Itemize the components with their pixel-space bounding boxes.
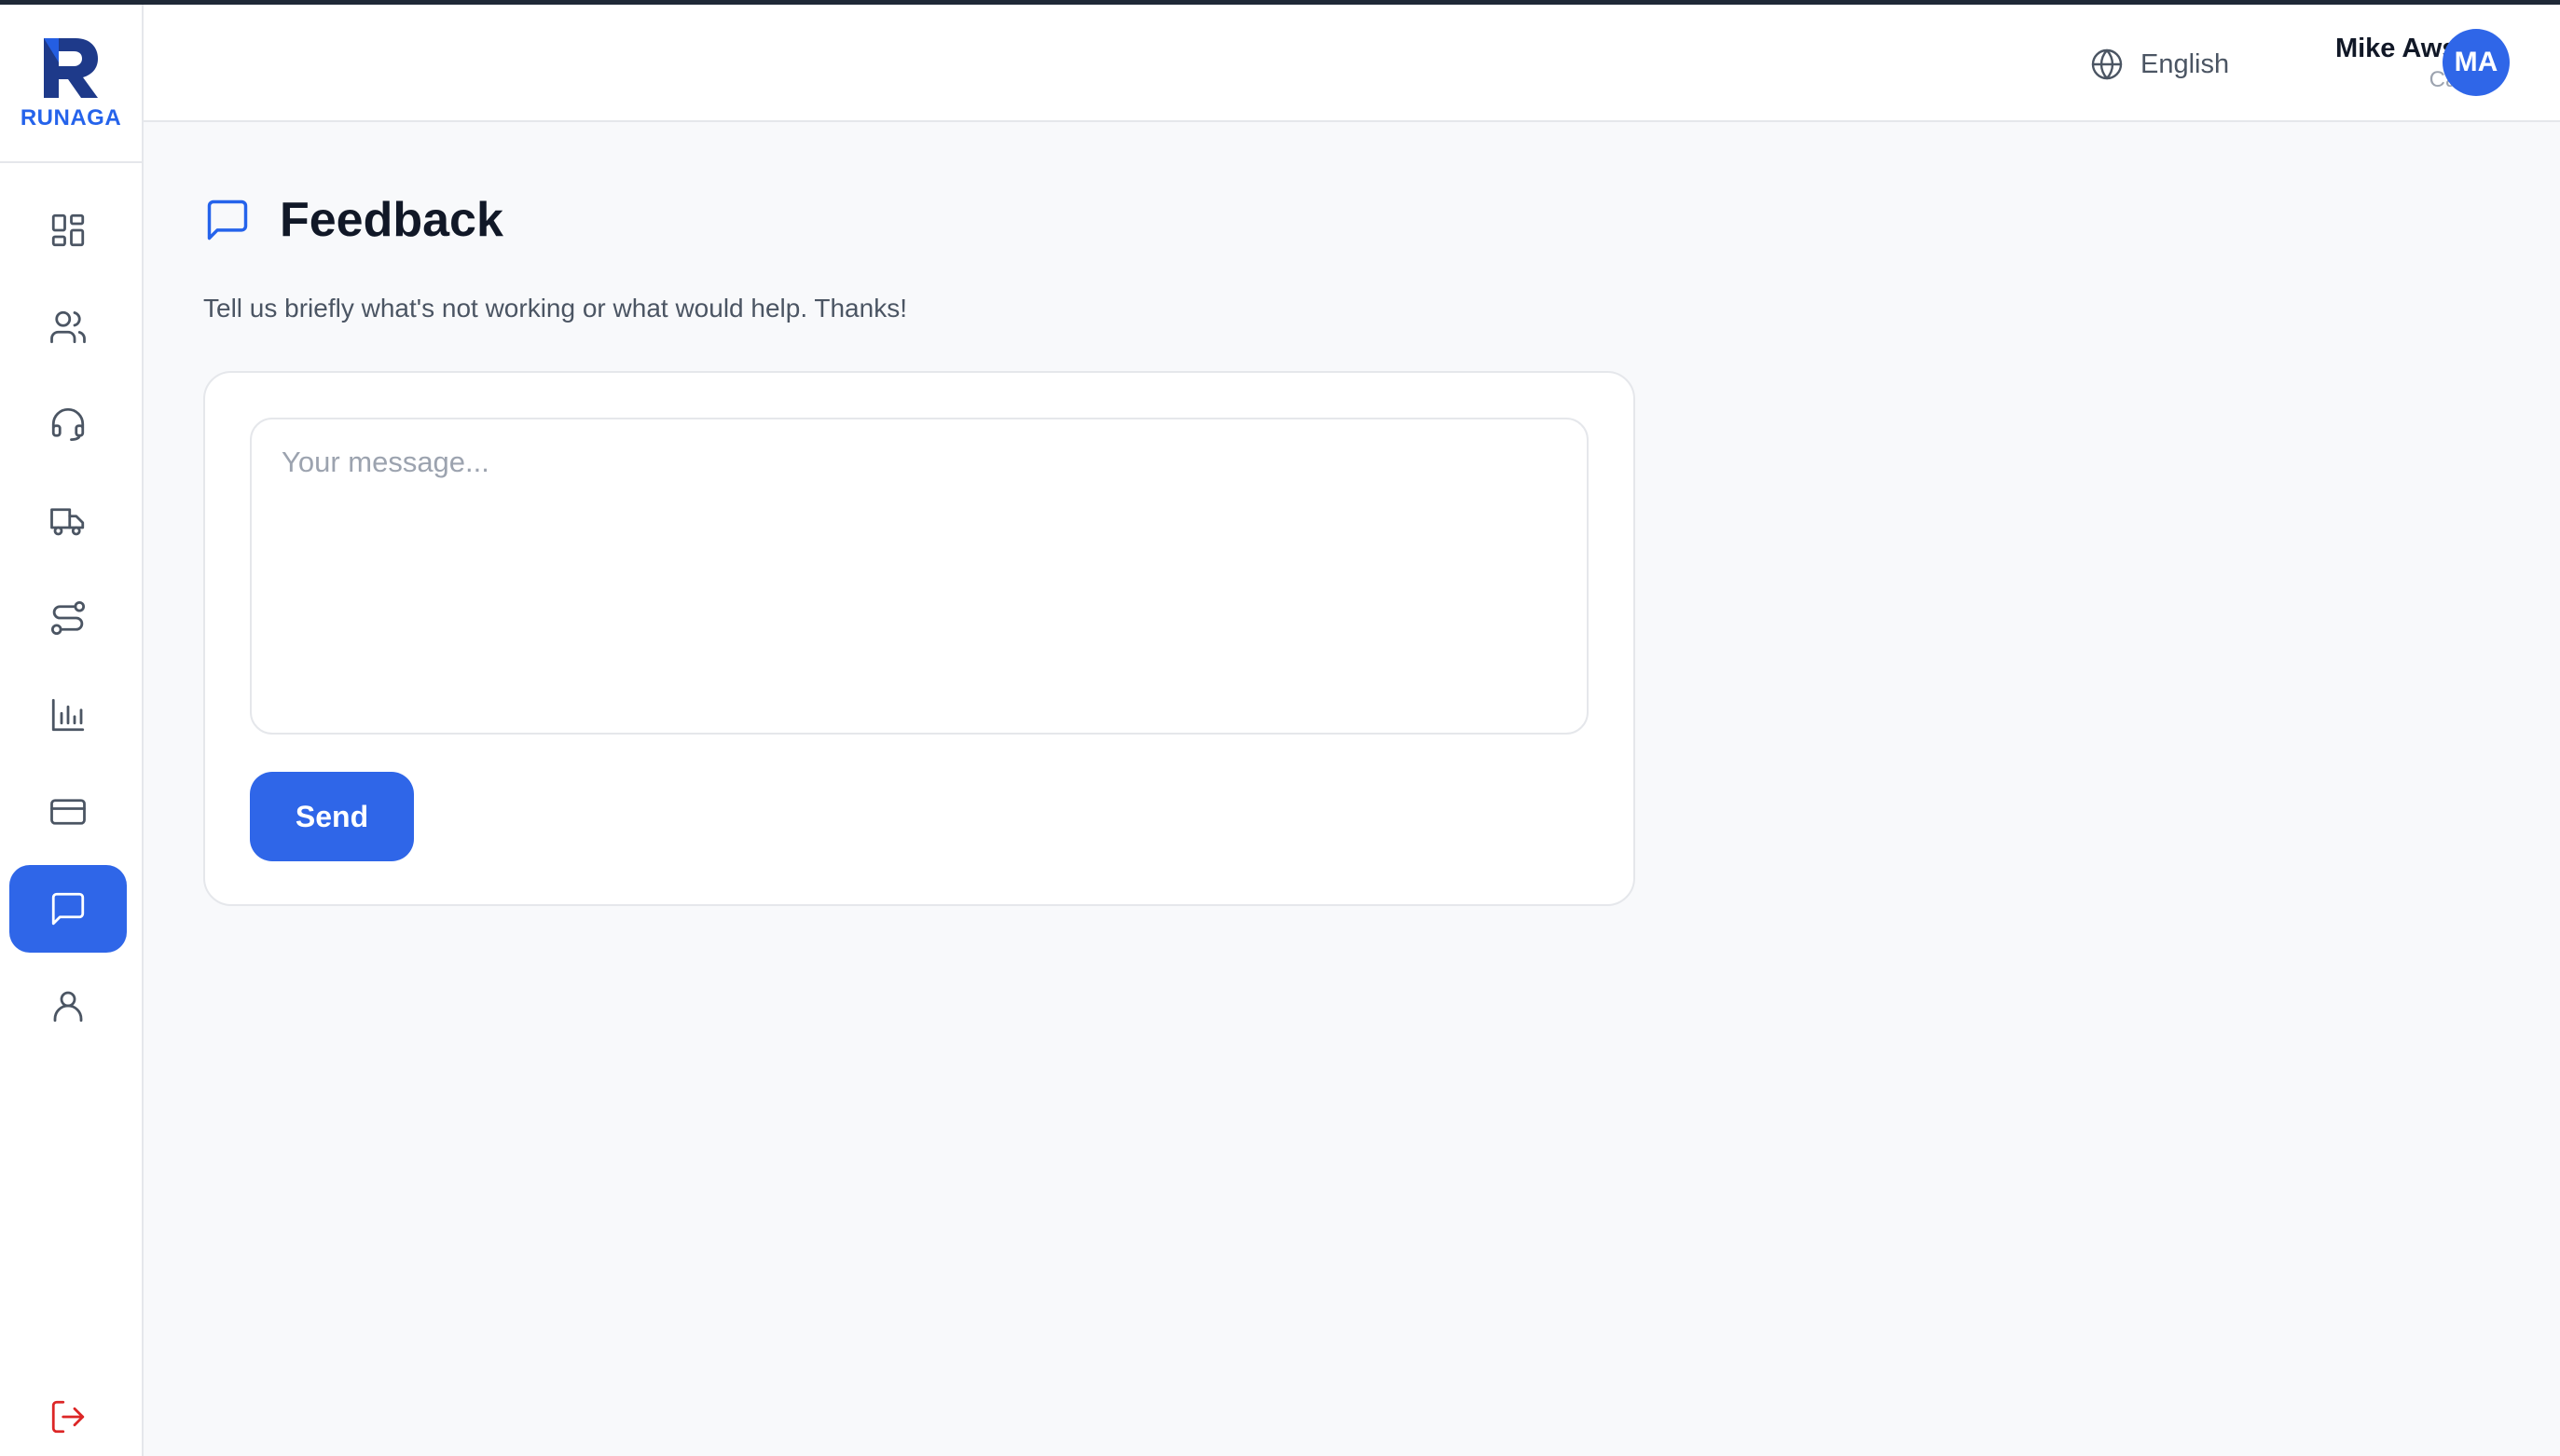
send-button[interactable]: Send bbox=[250, 772, 414, 861]
logout-button[interactable] bbox=[9, 1384, 127, 1449]
app-root: RUNAGA English Mike Awsom MA Feedback Te… bbox=[0, 5, 2560, 1456]
credit-card-icon bbox=[50, 799, 86, 825]
language-label: English bbox=[2140, 48, 2230, 79]
runaga-logo-icon bbox=[44, 38, 98, 98]
sidebar-item-users[interactable] bbox=[9, 283, 127, 371]
page-subtitle: Tell us briefly what's not working or wh… bbox=[203, 294, 907, 323]
headset-icon bbox=[51, 407, 85, 442]
page-header: Feedback bbox=[203, 189, 503, 251]
language-selector[interactable]: English bbox=[2090, 44, 2229, 85]
page-title: Feedback bbox=[280, 193, 503, 247]
message-square-icon bbox=[51, 892, 85, 926]
sidebar: RUNAGA bbox=[0, 5, 144, 1456]
sidebar-item-analytics[interactable] bbox=[9, 671, 127, 759]
message-square-icon bbox=[207, 199, 248, 240]
sidebar-item-support[interactable] bbox=[9, 380, 127, 468]
feedback-message-input[interactable] bbox=[250, 418, 1589, 735]
users-icon bbox=[50, 310, 86, 344]
feedback-form-card: Send bbox=[203, 371, 1635, 906]
route-icon bbox=[50, 600, 86, 636]
sidebar-item-feedback[interactable] bbox=[9, 865, 127, 953]
brand-name: RUNAGA bbox=[20, 105, 122, 130]
sidebar-item-fleet[interactable] bbox=[9, 477, 127, 565]
sidebar-item-dashboard[interactable] bbox=[9, 186, 127, 274]
brand-logo[interactable]: RUNAGA bbox=[0, 5, 142, 163]
globe-icon bbox=[2091, 48, 2123, 80]
bar-chart-icon bbox=[51, 698, 85, 732]
logout-icon bbox=[51, 1400, 85, 1434]
sidebar-item-profile[interactable] bbox=[9, 962, 127, 1050]
truck-icon bbox=[50, 508, 85, 536]
sidebar-item-billing[interactable] bbox=[9, 768, 127, 856]
sidebar-item-routes[interactable] bbox=[9, 574, 127, 662]
dashboard-icon bbox=[51, 213, 85, 247]
user-icon bbox=[53, 991, 83, 1023]
avatar[interactable]: MA bbox=[2443, 29, 2510, 96]
top-header: English Mike Awsom Carrier MA bbox=[144, 5, 2560, 122]
